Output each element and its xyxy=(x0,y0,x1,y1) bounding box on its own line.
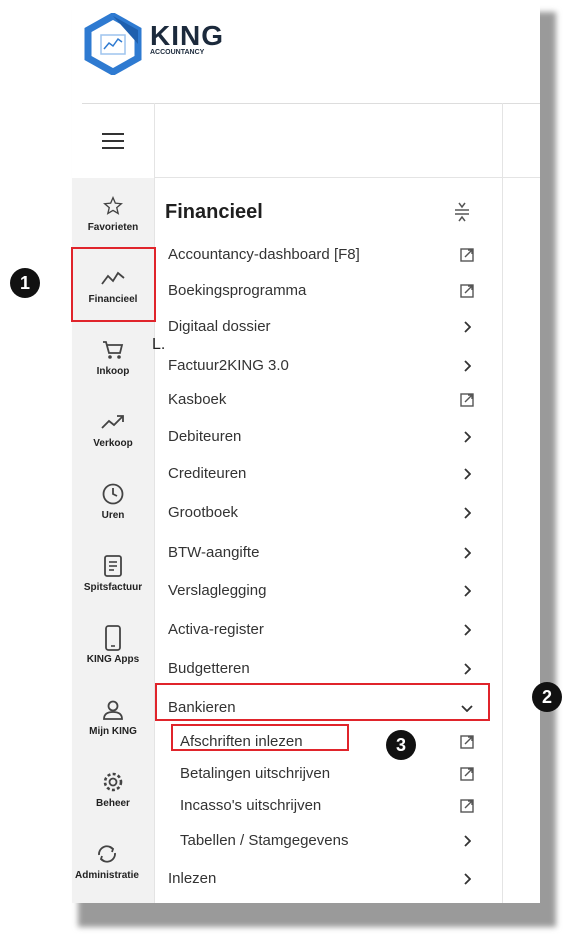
rail-item-mijn-king[interactable]: Mijn KING xyxy=(72,696,154,737)
menu-item-digitaal-dossier[interactable]: Digitaal dossier xyxy=(168,316,476,338)
logo-wordmark: KING ACCOUNTANCY xyxy=(150,20,224,57)
chevron-right-icon xyxy=(458,463,476,485)
cart-icon xyxy=(72,336,154,364)
chevron-right-icon xyxy=(458,316,476,338)
menu-item-label: Budgetteren xyxy=(168,660,250,677)
sync-icon xyxy=(72,840,148,868)
rail-label: Spitsfactuur xyxy=(83,582,143,593)
header-divider xyxy=(82,103,540,104)
rail-item-king-apps[interactable]: KING Apps xyxy=(72,624,154,665)
external-link-icon xyxy=(458,731,476,753)
submenu-item-tabellen-stamgegevens[interactable]: Tabellen / Stamgegevens xyxy=(180,830,476,852)
rail-label: Inkoop xyxy=(96,366,130,377)
menu-item-label: Factuur2KING 3.0 xyxy=(168,357,289,374)
rail-item-administratie[interactable]: Administratie xyxy=(72,840,148,881)
menu-item-label: Digitaal dossier xyxy=(168,318,271,335)
rail-item-uren[interactable]: Uren xyxy=(72,480,154,521)
rail-divider xyxy=(154,103,155,903)
menu-item-label: Boekingsprogramma xyxy=(168,282,307,299)
rail-label: Verkoop xyxy=(93,438,133,449)
menu-item-label: Accountancy-dashboard [F8] xyxy=(168,246,360,263)
menu-item-accountancy-dashboard[interactable]: Accountancy-dashboard [F8] xyxy=(168,244,476,266)
menu-title: Financieel xyxy=(165,201,263,223)
gear-icon xyxy=(72,768,154,796)
menu-item-factuur2king[interactable]: Factuur2KING 3.0 xyxy=(168,355,476,377)
external-link-icon xyxy=(458,280,476,302)
menu-item-label: Verslaglegging xyxy=(168,582,267,599)
menu-item-crediteuren[interactable]: Crediteuren xyxy=(168,463,476,485)
rail-item-favorieten[interactable]: Favorieten xyxy=(72,192,154,233)
rail-item-beheer[interactable]: Beheer xyxy=(72,768,154,809)
rail-label: Uren xyxy=(101,510,125,521)
rail-item-spitsfactuur[interactable]: Spitsfactuur xyxy=(72,552,154,593)
menu-item-verslaglegging[interactable]: Verslaglegging xyxy=(168,580,476,602)
menu-item-label: Crediteuren xyxy=(168,465,247,482)
star-icon xyxy=(72,192,154,220)
trend-up-icon xyxy=(72,408,154,436)
stray-mark: L. xyxy=(152,336,166,353)
menu-item-btw-aangifte[interactable]: BTW-aangifte xyxy=(168,542,476,564)
external-link-icon xyxy=(458,389,476,411)
menu-item-grootboek[interactable]: Grootboek xyxy=(168,502,476,524)
menu-item-budgetteren[interactable]: Budgetteren xyxy=(168,658,476,680)
highlight-afschriften-inlezen xyxy=(171,724,349,751)
submenu-item-label: Incasso's uitschrijven xyxy=(180,797,322,814)
content-divider xyxy=(502,103,503,903)
step-badge-1: 1 xyxy=(10,268,40,298)
external-link-icon xyxy=(458,763,476,785)
external-link-icon xyxy=(458,795,476,817)
phone-icon xyxy=(72,624,154,652)
chevron-right-icon xyxy=(458,658,476,680)
hamburger-menu-icon[interactable] xyxy=(102,133,124,151)
clock-icon xyxy=(72,480,154,508)
menu-item-boekingsprogramma[interactable]: Boekingsprogramma xyxy=(168,280,476,302)
menu-item-debiteuren[interactable]: Debiteuren xyxy=(168,426,476,448)
menu-header-divider xyxy=(154,177,540,178)
app-window: KING ACCOUNTANCY Favorieten Financieel I… xyxy=(72,5,540,903)
step-badge-3: 3 xyxy=(386,730,416,760)
submenu-item-incasso-uitschrijven[interactable]: Incasso's uitschrijven xyxy=(180,795,476,817)
rail-item-inkoop[interactable]: Inkoop xyxy=(72,336,154,377)
chevron-right-icon xyxy=(458,502,476,524)
king-logo-icon xyxy=(84,13,142,75)
chevron-right-icon xyxy=(458,580,476,602)
rail-label: Beheer xyxy=(96,798,130,809)
rail-label: KING Apps xyxy=(86,654,140,665)
menu-item-label: Inlezen xyxy=(168,870,217,887)
rail-label: Favorieten xyxy=(87,222,139,233)
submenu-item-betalingen-uitschrijven[interactable]: Betalingen uitschrijven xyxy=(180,763,476,785)
external-link-icon xyxy=(458,244,476,266)
rail-label: Mijn KING xyxy=(89,726,137,737)
rail-label: Administratie xyxy=(75,870,139,881)
chevron-right-icon xyxy=(458,426,476,448)
menu-item-label: Activa-register xyxy=(168,621,264,638)
menu-item-kasboek[interactable]: Kasboek xyxy=(168,389,476,411)
menu-item-inlezen[interactable]: Inlezen xyxy=(168,868,476,890)
collapse-icon[interactable] xyxy=(454,201,470,223)
step-badge-2: 2 xyxy=(532,682,562,712)
submenu-item-label: Betalingen uitschrijven xyxy=(180,765,331,782)
submenu-item-label: Tabellen / Stamgegevens xyxy=(180,832,349,849)
user-icon xyxy=(72,696,154,724)
highlight-bankieren xyxy=(155,683,490,721)
chevron-right-icon xyxy=(458,542,476,564)
menu-item-label: BTW-aangifte xyxy=(168,544,260,561)
menu-item-activa-register[interactable]: Activa-register xyxy=(168,619,476,641)
chevron-right-icon xyxy=(458,619,476,641)
chevron-right-icon xyxy=(458,830,476,852)
highlight-financieel xyxy=(71,247,156,322)
logo-title: KING xyxy=(150,20,224,51)
rail-item-verkoop[interactable]: Verkoop xyxy=(72,408,154,449)
chevron-right-icon xyxy=(458,868,476,890)
menu-item-label: Debiteuren xyxy=(168,428,242,445)
menu-item-label: Grootboek xyxy=(168,504,239,521)
menu-item-label: Kasboek xyxy=(168,391,227,408)
document-icon xyxy=(72,552,154,580)
chevron-right-icon xyxy=(458,355,476,377)
